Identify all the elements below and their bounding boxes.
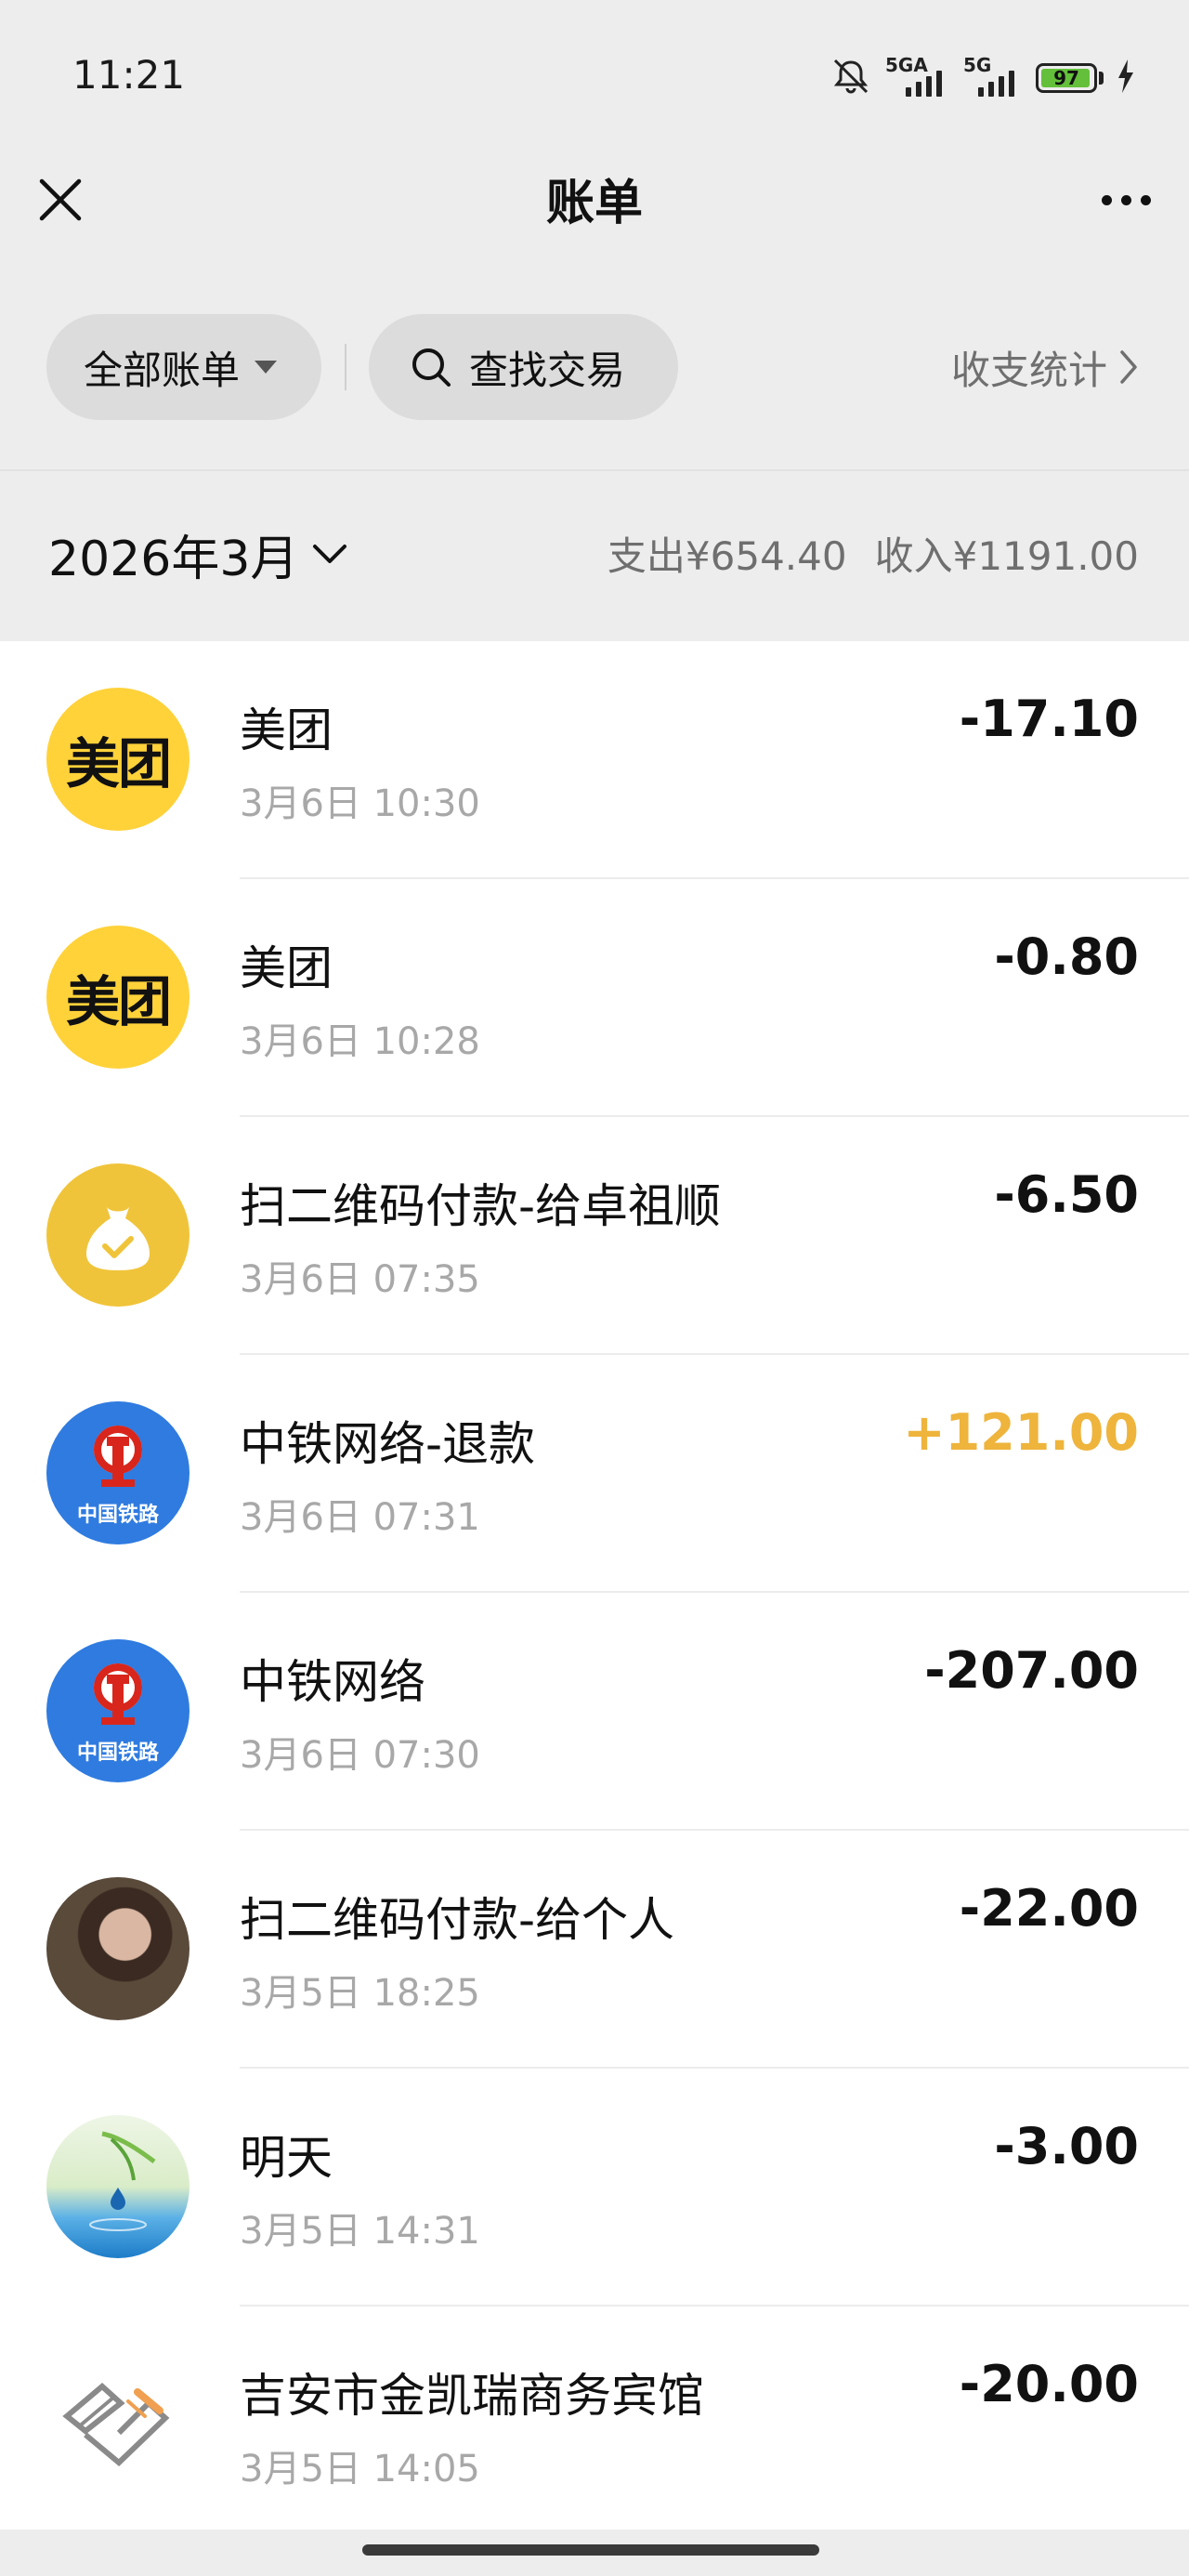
transaction-amount: -22.00	[959, 1879, 1139, 1938]
transaction-amount: +121.00	[903, 1403, 1139, 1462]
transaction-name: 扫二维码付款-给卓祖顺	[240, 1179, 722, 1233]
money-bag-icon	[46, 1163, 189, 1307]
meituan-logo: 美团	[46, 688, 189, 831]
month-selector[interactable]: 2026年3月	[48, 519, 348, 589]
transaction-name: 明天	[240, 2131, 333, 2185]
more-dot	[1140, 194, 1151, 205]
transaction-list: 美团 美团 3月6日 10:30 -17.10 美团 美团 3月6日 10:28…	[0, 641, 1189, 2530]
filter-row: 全部账单 查找交易 收支统计	[0, 314, 1189, 420]
transaction-row[interactable]: 明天 3月5日 14:31 -3.00	[0, 2069, 1189, 2307]
transaction-amount: -17.10	[959, 690, 1139, 748]
transaction-name: 美团	[240, 703, 333, 757]
person-photo	[46, 1877, 189, 2020]
china-railway-logo: 中国铁路	[46, 1401, 189, 1544]
chevron-down-icon	[311, 543, 348, 567]
transaction-row[interactable]: 中国铁路 中铁网络-退款 3月6日 07:31 +121.00	[0, 1355, 1189, 1593]
transaction-time: 3月6日 07:35	[240, 1258, 480, 1301]
battery-tip	[1099, 72, 1104, 85]
transaction-time: 3月6日 10:28	[240, 1020, 480, 1063]
month-income: 收入¥1191.00	[874, 533, 1139, 579]
meituan-logo: 美团	[46, 926, 189, 1069]
transaction-amount: -3.00	[994, 2117, 1139, 2175]
caret-down-icon	[255, 361, 278, 374]
chevron-right-icon	[1118, 348, 1139, 386]
china-railway-logo: 中国铁路	[46, 1639, 189, 1782]
transaction-amount: -207.00	[924, 1641, 1139, 1700]
battery-icon: 97	[1036, 63, 1097, 93]
transaction-row[interactable]: 美团 美团 3月6日 10:30 -17.10	[0, 641, 1189, 879]
transaction-name: 中铁网络-退款	[240, 1417, 536, 1471]
transaction-time: 3月5日 18:25	[240, 1972, 480, 2015]
transaction-time: 3月6日 10:30	[240, 782, 480, 825]
transaction-amount: -6.50	[994, 1165, 1139, 1224]
water-drop-photo	[46, 2115, 189, 2258]
divider	[345, 344, 346, 390]
transaction-name: 扫二维码付款-给个人	[240, 1893, 675, 1947]
transaction-time: 3月5日 14:05	[240, 2448, 480, 2491]
more-dot	[1101, 194, 1112, 205]
month-label: 2026年3月	[48, 532, 299, 587]
transaction-name: 美团	[240, 941, 333, 995]
transaction-row[interactable]: 扫二维码付款-给个人 3月5日 18:25 -22.00	[0, 1831, 1189, 2069]
home-indicator[interactable]	[362, 2544, 819, 2556]
more-options-button[interactable]	[1089, 167, 1163, 232]
transaction-row[interactable]: 美团 美团 3月6日 10:28 -0.80	[0, 879, 1189, 1117]
hotel-logo	[46, 2353, 189, 2496]
stats-label: 收支统计	[950, 347, 1107, 393]
search-transactions-button[interactable]: 查找交易	[369, 314, 678, 420]
transaction-time: 3月6日 07:30	[240, 1734, 480, 1777]
all-bills-label: 全部账单	[84, 347, 241, 393]
status-icons: 5GA 5G 97	[830, 54, 1135, 100]
search-label: 查找交易	[469, 347, 626, 393]
page-title: 账单	[545, 176, 643, 231]
transaction-time: 3月6日 07:31	[240, 1496, 480, 1539]
charging-bolt-icon	[1117, 59, 1135, 97]
transaction-row[interactable]: 中国铁路 中铁网络 3月6日 07:30 -207.00	[0, 1593, 1189, 1831]
more-dot	[1120, 194, 1131, 205]
search-icon	[410, 346, 452, 388]
month-summary: 支出¥654.40 收入¥1191.00	[608, 525, 1139, 582]
signal-5ga-icon: 5GA	[885, 54, 950, 97]
signal-5g-icon: 5G	[963, 54, 1023, 97]
transaction-name: 吉安市金凯瑞商务宾馆	[240, 2369, 704, 2423]
transaction-row[interactable]: 扫二维码付款-给卓祖顺 3月6日 07:35 -6.50	[0, 1117, 1189, 1355]
transaction-name: 中铁网络	[240, 1655, 425, 1709]
month-bar: 2026年3月 支出¥654.40 收入¥1191.00	[0, 471, 1189, 641]
status-bar: 11:21 5GA 5G 97	[0, 0, 1189, 158]
transaction-amount: -0.80	[994, 927, 1139, 986]
income-expense-stats-link[interactable]: 收支统计	[951, 314, 1139, 420]
transaction-row[interactable]: 吉安市金凯瑞商务宾馆 3月5日 14:05 -20.00	[0, 2307, 1189, 2544]
header: 账单	[0, 158, 1189, 269]
all-bills-filter-button[interactable]: 全部账单	[46, 314, 321, 420]
month-expense: 支出¥654.40	[607, 533, 847, 579]
transaction-time: 3月5日 14:31	[240, 2210, 480, 2253]
status-time: 11:21	[72, 52, 186, 98]
mute-bell-icon	[830, 57, 872, 99]
transaction-amount: -20.00	[959, 2355, 1139, 2413]
